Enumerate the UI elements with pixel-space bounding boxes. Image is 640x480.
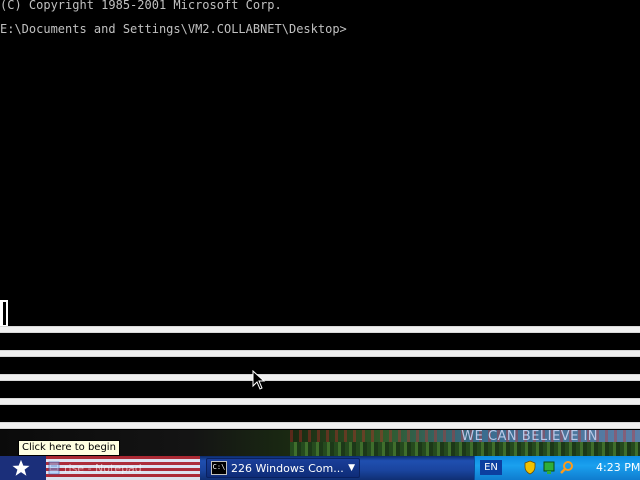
taskbar-button-command-prompt[interactable]: C:\ 226 Windows Com... ▼ [206,458,360,478]
shield-icon[interactable] [524,460,536,475]
console-prompt-line[interactable]: E:\Documents and Settings\VM2.COLLABNET\… [0,22,347,36]
stripe [0,398,640,405]
taskbar-button-label: rise - Notepad [64,461,142,475]
stripe [0,326,640,333]
command-prompt-window[interactable]: (C) Copyright 1985-2001 Microsoft Corp. … [0,0,640,328]
start-tooltip: Click here to begin [18,440,120,456]
command-prompt-icon: C:\ [211,461,227,475]
network-icon[interactable] [542,460,556,475]
text-cursor [0,300,8,327]
console-copyright-line: (C) Copyright 1985-2001 Microsoft Corp. [0,0,282,12]
search-icon[interactable] [560,460,574,475]
wallpaper-crowd [290,442,640,456]
start-button[interactable] [0,456,42,480]
taskbar-button-notepad[interactable]: rise - Notepad [48,458,198,478]
taskbar-button-label: 226 Windows Com... [231,461,344,475]
stripe [0,350,640,357]
notepad-icon [48,461,60,475]
taskbar-clock[interactable]: 4:23 PM [596,461,640,475]
language-indicator[interactable]: EN [480,460,502,475]
stripe [0,422,640,429]
mouse-pointer-icon [252,370,266,390]
wallpaper-slogan: WE CAN BELIEVE IN [461,430,598,444]
star-icon [12,459,30,476]
screen-artifact-stripes [0,326,640,430]
stripe [0,374,640,381]
group-dropdown-icon[interactable]: ▼ [348,463,355,473]
